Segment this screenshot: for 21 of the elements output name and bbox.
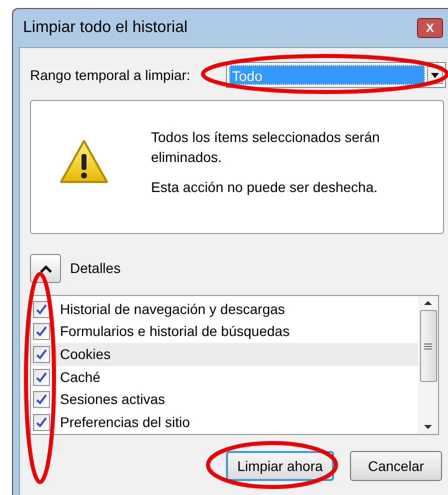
checkbox[interactable]	[33, 323, 50, 340]
warning-icon	[59, 139, 109, 185]
checkbox[interactable]	[33, 414, 50, 431]
grip-icon	[424, 342, 432, 350]
scrollbar[interactable]	[418, 296, 438, 434]
warning-text: Todos los ítems seleccionados serán eliminados.	[151, 128, 381, 167]
history-option[interactable]: Cookies	[31, 343, 418, 366]
details-label: Detalles	[70, 259, 121, 278]
warning-text: Esta acción no puede ser deshecha.	[151, 178, 378, 197]
time-range-label: Rango temporal a limpiar:	[30, 66, 192, 85]
scrollbar-thumb[interactable]	[420, 310, 436, 382]
close-button[interactable]: X	[417, 18, 443, 38]
details-toggle-button[interactable]	[30, 254, 61, 283]
chevron-up-icon	[40, 264, 52, 272]
checkbox[interactable]	[33, 391, 50, 408]
cancel-button[interactable]: Cancelar	[350, 451, 442, 481]
clear-now-button[interactable]: Limpiar ahora	[226, 451, 334, 481]
window-title: Limpiar todo el historial	[23, 18, 188, 38]
checkbox[interactable]	[33, 300, 50, 318]
checkbox[interactable]	[33, 346, 50, 363]
checkbox[interactable]	[33, 368, 50, 386]
